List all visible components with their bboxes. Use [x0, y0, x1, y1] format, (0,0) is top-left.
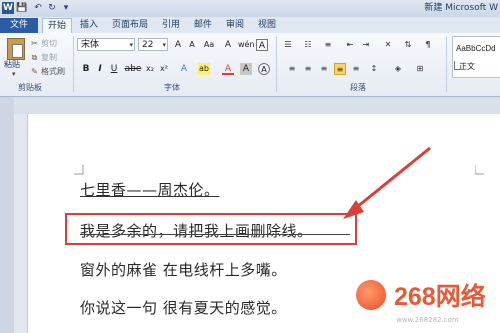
watermark-logo-icon	[356, 280, 386, 310]
watermark-brand: 268网络	[394, 283, 486, 311]
watermark-url: www.268282.com	[396, 316, 459, 324]
